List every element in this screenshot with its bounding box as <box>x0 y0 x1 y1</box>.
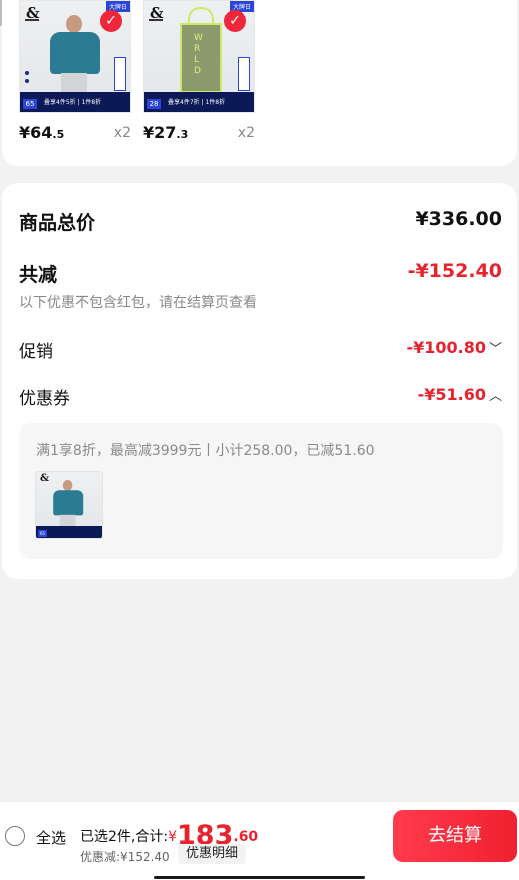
promo-label: 促销 <box>19 342 53 362</box>
radio-icon[interactable] <box>5 826 25 846</box>
color-dots <box>25 71 29 85</box>
brand-logo-underline <box>25 19 39 21</box>
promo-text: 叠享4件7折 | 1件8折 <box>168 99 226 106</box>
coupon-label: 优惠券 <box>19 389 70 409</box>
coupon-value: -¥51.60 <box>417 385 486 404</box>
coupon-row[interactable]: 优惠券 -¥51.60 ︿ <box>19 384 502 410</box>
discount-text: 优惠减:¥152.40 <box>80 850 170 864</box>
promo-number: 65 <box>38 530 47 537</box>
swatch-column <box>114 57 126 91</box>
goods-total-row: 商品总价 ¥336.00 <box>19 208 502 236</box>
promo-banner: 65 <box>36 526 102 538</box>
reduction-note: 以下优惠不包含红包，请在结算页查看 <box>19 295 257 311</box>
promo-number: 65 <box>23 99 37 109</box>
reduction-label: 共减 <box>19 264 58 286</box>
promo-value: -¥100.80 <box>406 338 486 357</box>
product-thumbnail[interactable]: & 大牌日 WRLD 28 叠享4件7折 | 1件8折 ✓ <box>143 0 255 113</box>
brand-logo: & <box>40 473 50 484</box>
promo-text: 叠享4件5折 | 1件8折 <box>44 99 102 106</box>
product-quantity: x2 <box>237 125 255 141</box>
promo-row[interactable]: 促销 -¥100.80 ﹀ <box>19 337 502 363</box>
product-item[interactable]: & 大牌日 65 叠享4件5折 | 1件8折 ✓ ¥64.5 x2 <box>19 0 131 153</box>
coupon-product-thumbnail[interactable]: & 65 <box>35 471 103 539</box>
brand-logo-underline <box>149 19 163 21</box>
chevron-down-icon[interactable]: ﹀ <box>489 342 502 357</box>
promo-value-wrap: -¥100.80 ﹀ <box>406 338 502 357</box>
checkout-button[interactable]: 去结算 <box>393 810 517 862</box>
swatch-column <box>238 57 250 91</box>
product-card: & 大牌日 65 叠享4件5折 | 1件8折 ✓ ¥64.5 x2 & 大牌日 <box>2 0 517 166</box>
selected-text: 已选2件,合计: <box>80 829 169 845</box>
promo-banner: 28 叠享4件7折 | 1件8折 <box>144 92 254 112</box>
chevron-up-icon[interactable]: ︿ <box>489 389 502 404</box>
promo-number: 28 <box>147 99 161 109</box>
goods-total-label: 商品总价 <box>19 212 96 234</box>
discount-detail-button[interactable]: 优惠明细 <box>178 844 247 864</box>
product-quantity: x2 <box>113 125 131 141</box>
check-icon[interactable]: ✓ <box>100 10 122 32</box>
total-decimal: .60 <box>233 829 259 845</box>
coupon-value-wrap: -¥51.60 ︿ <box>418 385 502 404</box>
product-item[interactable]: & 大牌日 WRLD 28 叠享4件7折 | 1件8折 ✓ ¥27.3 x2 <box>143 0 255 153</box>
reduction-value: -¥152.40 <box>407 260 502 282</box>
check-icon[interactable]: ✓ <box>224 10 246 32</box>
model-figure <box>52 480 84 528</box>
select-all-label[interactable]: 全选 <box>36 827 66 848</box>
price-summary-card: 商品总价 ¥336.00 共减 -¥152.40 以下优惠不包含红包，请在结算页… <box>2 183 517 579</box>
product-thumbnail[interactable]: & 大牌日 65 叠享4件5折 | 1件8折 ✓ <box>19 0 131 113</box>
promo-banner: 65 叠享4件5折 | 1件8折 <box>20 92 130 112</box>
model-figure <box>48 15 102 95</box>
total-symbol: ¥ <box>168 829 177 845</box>
product-price: ¥27.3 <box>143 123 189 142</box>
checkout-bar: 全选 已选2件,合计:¥183.60 优惠减:¥152.40 优惠明细 去结算 <box>0 801 519 880</box>
tote-bag-image: WRLD <box>180 7 222 93</box>
coupon-detail-box: 满1享8折，最高减3999元丨小计258.00，已减51.60 & 65 <box>19 423 503 559</box>
coupon-description: 满1享8折，最高减3999元丨小计258.00，已减51.60 <box>36 443 375 459</box>
goods-total-value: ¥336.00 <box>415 208 502 230</box>
product-price: ¥64.5 <box>19 123 65 142</box>
reduction-row: 共减 -¥152.40 <box>19 260 502 288</box>
